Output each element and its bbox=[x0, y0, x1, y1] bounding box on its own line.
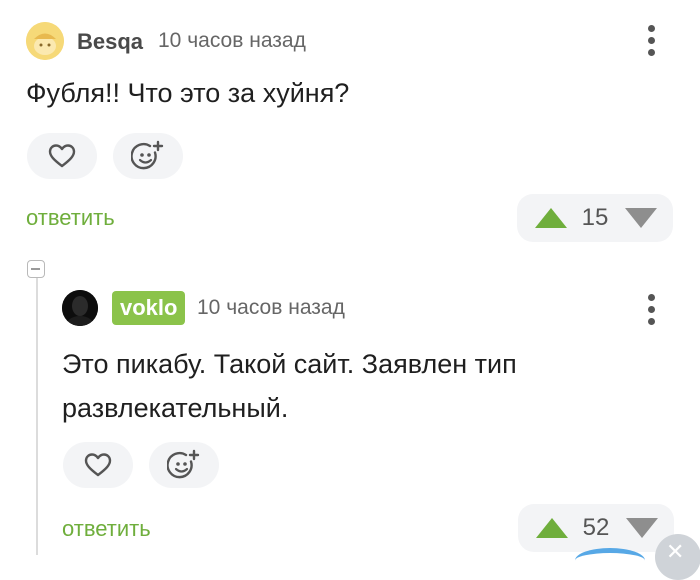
add-reaction-button[interactable] bbox=[113, 133, 183, 179]
add-emoji-icon bbox=[167, 449, 200, 479]
avatar[interactable] bbox=[26, 22, 64, 60]
vote-box: 15 bbox=[517, 194, 673, 242]
username[interactable]: voklo bbox=[112, 291, 186, 325]
heart-icon bbox=[48, 144, 76, 168]
like-button[interactable] bbox=[63, 442, 133, 488]
arrow-up-icon[interactable] bbox=[535, 208, 567, 228]
like-button[interactable] bbox=[27, 133, 97, 179]
thread-line[interactable] bbox=[36, 278, 38, 555]
username[interactable]: Besqa bbox=[77, 29, 143, 55]
more-vertical-icon[interactable] bbox=[648, 25, 656, 61]
add-emoji-icon bbox=[131, 140, 164, 170]
comment-time[interactable]: 10 часов назад bbox=[197, 296, 345, 320]
comment-text-line: развлекательный. bbox=[62, 393, 289, 423]
comment-time[interactable]: 10 часов назад bbox=[158, 29, 306, 53]
rating-value: 15 bbox=[581, 204, 609, 231]
avatar[interactable] bbox=[62, 290, 98, 326]
arrow-up-icon[interactable] bbox=[536, 518, 568, 538]
close-icon: ✕ bbox=[666, 539, 685, 564]
vote-box: 52 bbox=[518, 504, 674, 552]
arrow-down-icon[interactable] bbox=[625, 208, 657, 228]
comment-text: Фубля!! Что это за хуйня? bbox=[26, 78, 350, 108]
arrow-down-icon[interactable] bbox=[626, 518, 658, 538]
loading-indicator bbox=[575, 548, 645, 573]
rating-value: 52 bbox=[582, 514, 610, 541]
more-vertical-icon[interactable] bbox=[648, 294, 656, 330]
reply-link[interactable]: ответить bbox=[26, 205, 115, 231]
heart-icon bbox=[84, 453, 112, 477]
comment-text-line: Это пикабу. Такой сайт. Заявлен тип bbox=[62, 349, 517, 379]
comment-text: Это пикабу. Такой сайт. Заявлен тип разв… bbox=[62, 342, 662, 430]
minus-square-icon[interactable] bbox=[27, 260, 45, 278]
close-button[interactable]: ✕ bbox=[655, 534, 700, 580]
reply-link[interactable]: ответить bbox=[62, 516, 151, 542]
add-reaction-button[interactable] bbox=[149, 442, 219, 488]
